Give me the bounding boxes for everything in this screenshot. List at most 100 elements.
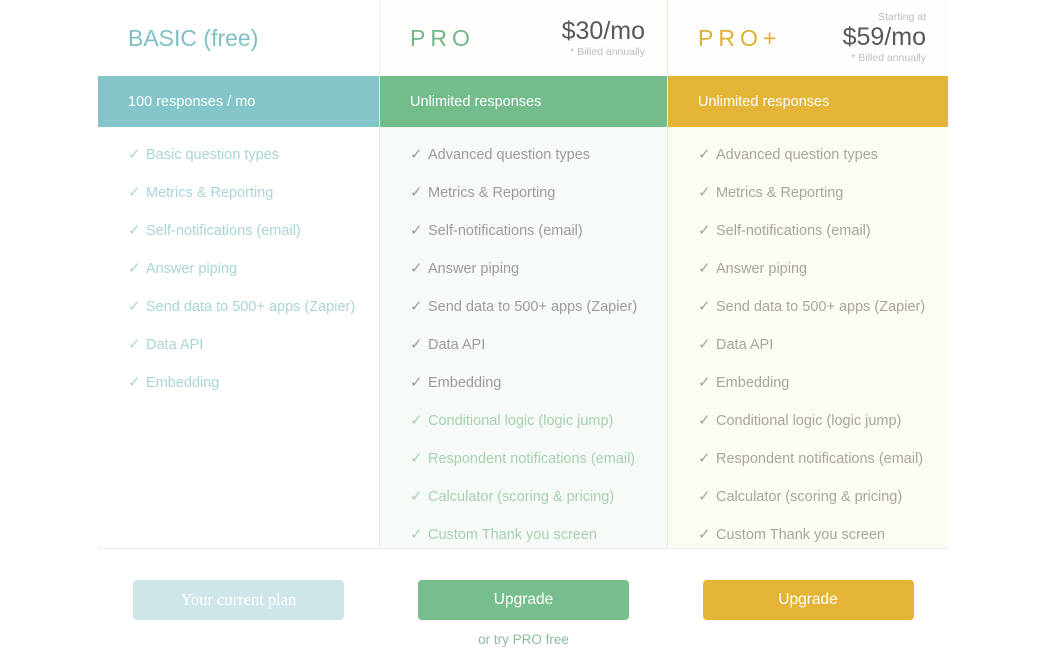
feature-label: Custom Thank you screen	[716, 527, 885, 543]
feature-item: ✓ Metrics & Reporting	[128, 185, 379, 223]
feature-list-pro: ✓ Advanced question types ✓ Metrics & Re…	[380, 127, 667, 565]
feature-item: ✓ Embedding	[410, 375, 667, 413]
check-icon: ✓	[410, 450, 423, 467]
plan-responses-label-basic: 100 responses / mo	[128, 93, 256, 110]
check-icon: ✓	[128, 336, 141, 353]
plan-price-proplus: $59/mo	[842, 23, 926, 51]
check-icon: ✓	[128, 184, 141, 201]
check-icon: ✓	[410, 374, 423, 391]
feature-item: ✓ Send data to 500+ apps (Zapier)	[698, 299, 948, 337]
plan-name-pro: PRO	[410, 24, 475, 51]
feature-item: ✓ Answer piping	[698, 261, 948, 299]
feature-label: Conditional logic (logic jump)	[716, 413, 902, 429]
feature-label: Self-notifications (email)	[716, 223, 871, 239]
upgrade-pro-button[interactable]: Upgrade	[418, 580, 629, 620]
feature-item: ✓ Self-notifications (email)	[128, 223, 379, 261]
feature-item: ✓ Embedding	[128, 375, 379, 413]
check-icon: ✓	[410, 336, 423, 353]
plan-responses-band-proplus: Unlimited responses	[668, 76, 948, 127]
check-icon: ✓	[410, 222, 423, 239]
feature-label: Calculator (scoring & pricing)	[716, 489, 903, 505]
plan-responses-label-proplus: Unlimited responses	[698, 93, 830, 110]
plan-price-block-proplus: Starting at $59/mo * Billed annually	[842, 10, 926, 65]
pricing-table: BASIC (free) 100 responses / mo ✓ Basic …	[98, 0, 949, 647]
check-icon: ✓	[410, 488, 423, 505]
feature-item: ✓ Calculator (scoring & pricing)	[698, 489, 948, 527]
plan-name-basic: BASIC (free)	[128, 24, 259, 51]
plan-billed-note-pro: * Billed annually	[570, 45, 645, 58]
feature-label: Custom Thank you screen	[428, 527, 597, 543]
try-pro-free-link[interactable]: or try PRO free	[379, 632, 668, 647]
feature-label: Data API	[146, 337, 204, 353]
feature-item: ✓ Metrics & Reporting	[410, 185, 667, 223]
check-icon: ✓	[410, 184, 423, 201]
plan-header-basic: BASIC (free)	[98, 0, 379, 76]
feature-item: ✓ Respondent notifications (email)	[698, 451, 948, 489]
check-icon: ✓	[128, 374, 141, 391]
feature-label: Embedding	[428, 375, 502, 391]
feature-label: Answer piping	[146, 261, 238, 277]
feature-list-basic: ✓ Basic question types ✓ Metrics & Repor…	[98, 127, 379, 413]
feature-label: Embedding	[146, 375, 220, 391]
feature-item: ✓ Basic question types	[128, 147, 379, 185]
feature-item: ✓ Self-notifications (email)	[410, 223, 667, 261]
feature-label: Calculator (scoring & pricing)	[428, 489, 615, 505]
upgrade-proplus-button[interactable]: Upgrade	[702, 580, 914, 620]
check-icon: ✓	[698, 450, 711, 467]
feature-label: Respondent notifications (email)	[716, 451, 924, 467]
feature-item: ✓ Embedding	[698, 375, 948, 413]
feature-label: Data API	[428, 337, 486, 353]
feature-label: Answer piping	[428, 261, 520, 277]
plan-header-proplus: PRO+ Starting at $59/mo * Billed annuall…	[668, 0, 948, 76]
feature-label: Answer piping	[716, 261, 808, 277]
feature-label: Advanced question types	[428, 147, 591, 163]
check-icon: ✓	[698, 222, 711, 239]
plan-name-proplus: PRO+	[698, 24, 782, 51]
feature-item: ✓ Advanced question types	[698, 147, 948, 185]
feature-label: Embedding	[716, 375, 790, 391]
feature-label: Self-notifications (email)	[146, 223, 301, 239]
feature-item: ✓ Custom Thank you screen	[410, 527, 667, 565]
feature-item: ✓ Answer piping	[410, 261, 667, 299]
check-icon: ✓	[410, 260, 423, 277]
feature-list-proplus: ✓ Advanced question types ✓ Metrics & Re…	[668, 127, 948, 565]
feature-item: ✓ Answer piping	[128, 261, 379, 299]
plan-price-pro: $30/mo	[561, 16, 645, 45]
check-icon: ✓	[698, 488, 711, 505]
plan-responses-label-pro: Unlimited responses	[410, 93, 542, 110]
check-icon: ✓	[698, 374, 711, 391]
feature-item: ✓ Data API	[128, 337, 379, 375]
plan-starting-at-proplus: Starting at	[878, 10, 926, 23]
feature-label: Data API	[716, 337, 774, 353]
feature-label: Self-notifications (email)	[428, 223, 583, 239]
check-icon: ✓	[410, 412, 423, 429]
feature-label: Advanced question types	[716, 147, 879, 163]
feature-item: ✓ Self-notifications (email)	[698, 223, 948, 261]
feature-label: Basic question types	[146, 147, 279, 163]
check-icon: ✓	[128, 260, 141, 277]
plan-header-pro: PRO $30/mo * Billed annually	[380, 0, 667, 76]
check-icon: ✓	[410, 298, 423, 315]
check-icon: ✓	[698, 526, 711, 543]
plan-columns: BASIC (free) 100 responses / mo ✓ Basic …	[98, 0, 949, 548]
feature-item: ✓ Calculator (scoring & pricing)	[410, 489, 667, 527]
plan-billed-note-proplus: * Billed annually	[851, 52, 926, 64]
plan-responses-band-pro: Unlimited responses	[380, 76, 667, 127]
feature-label: Respondent notifications (email)	[428, 451, 636, 467]
feature-item: ✓ Data API	[698, 337, 948, 375]
feature-label: Conditional logic (logic jump)	[428, 413, 614, 429]
current-plan-button[interactable]: Your current plan	[133, 580, 344, 620]
feature-label: Send data to 500+ apps (Zapier)	[716, 299, 926, 315]
plan-action-basic: Your current plan	[98, 549, 379, 647]
feature-item: ✓ Conditional logic (logic jump)	[410, 413, 667, 451]
check-icon: ✓	[698, 412, 711, 429]
check-icon: ✓	[410, 146, 423, 163]
plan-column-basic: BASIC (free) 100 responses / mo ✓ Basic …	[98, 0, 379, 548]
plan-column-pro: PRO $30/mo * Billed annually Unlimited r…	[379, 0, 668, 548]
check-icon: ✓	[128, 222, 141, 239]
plan-responses-band-basic: 100 responses / mo	[98, 76, 379, 127]
feature-label: Metrics & Reporting	[716, 185, 844, 201]
check-icon: ✓	[698, 298, 711, 315]
plan-price-block-pro: $30/mo * Billed annually	[561, 16, 645, 58]
check-icon: ✓	[410, 526, 423, 543]
